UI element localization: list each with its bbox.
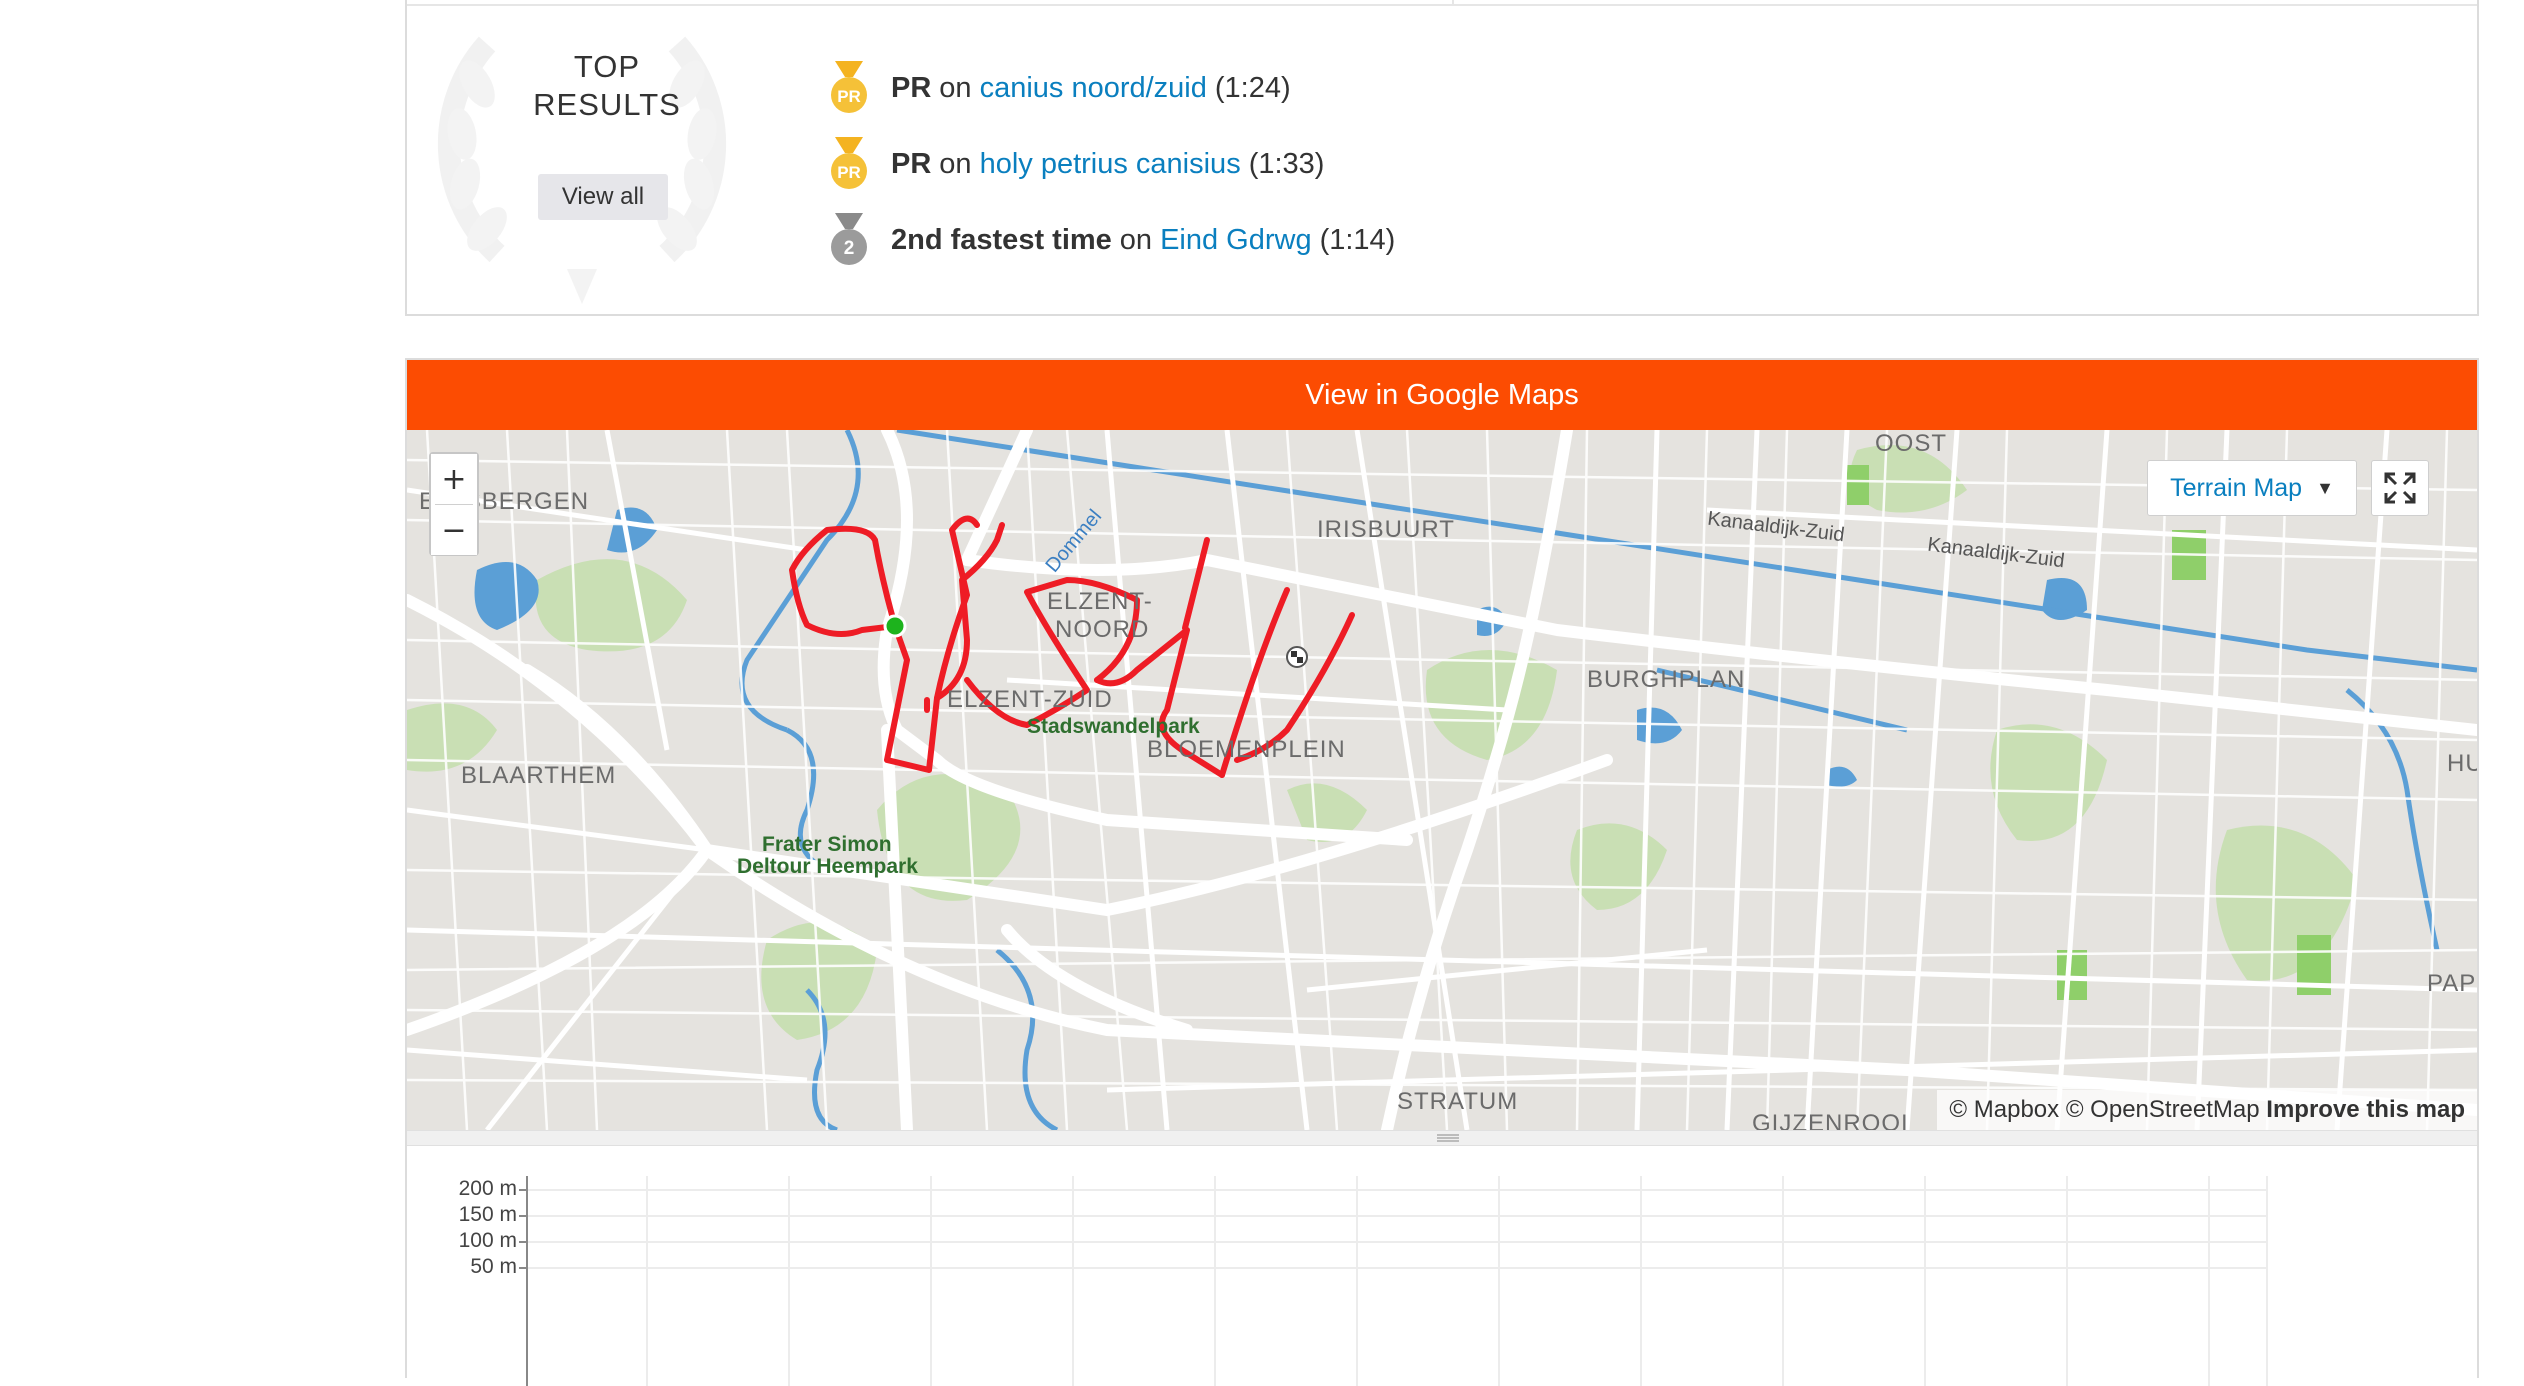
map-layer-label: Terrain Map [2170, 473, 2303, 502]
view-all-button[interactable]: View all [538, 174, 668, 220]
achievement-time: (1:14) [1319, 223, 1396, 256]
achievement-type: PR [891, 71, 932, 104]
view-in-google-maps-button[interactable]: View in Google Maps [407, 360, 2477, 430]
map-label: STRATUM [1397, 1088, 1519, 1115]
svg-text:2: 2 [844, 238, 855, 259]
segment-link[interactable]: canius noord/zuid [980, 72, 1207, 105]
map-label: Frater Simon [762, 833, 892, 856]
osm-link[interactable]: © OpenStreetMap [2066, 1096, 2260, 1123]
achievement-item: PR PR on holy petrius canisius (1:33) [827, 126, 1395, 202]
start-marker [883, 614, 907, 638]
y-tick-label: 50 m [470, 1255, 517, 1278]
segment-link[interactable]: holy petrius canisius [980, 148, 1241, 181]
map-attribution: © Mapbox © OpenStreetMap Improve this ma… [1937, 1090, 2477, 1130]
map-layer-select[interactable]: Terrain Map ▼ [2147, 460, 2357, 516]
map-card: View in Google Maps OOST ELLSBERGEN IRIS… [405, 358, 2479, 1386]
achievement-type: PR [891, 147, 932, 180]
title-line: TOP [573, 49, 641, 84]
map-label: HU [2447, 750, 2477, 777]
map-label: BURGHPLAN [1587, 666, 1746, 693]
map-label: ELZENT- [1047, 588, 1153, 615]
improve-map-link[interactable]: Improve this map [2266, 1096, 2465, 1123]
map-resize-handle[interactable] [407, 1130, 2477, 1146]
zoom-control: + − [429, 452, 479, 556]
achievement-time: (1:24) [1214, 71, 1291, 104]
map-label: OOST [1875, 430, 1948, 457]
y-tick-label: 150 m [458, 1203, 517, 1226]
pr-medal-icon: PR [831, 61, 867, 113]
map-label: IRISBUURT [1317, 516, 1455, 543]
top-results-card: TOP RESULTS View all PR PR on canius noo… [405, 0, 2479, 316]
achievement-type: 2nd fastest time [891, 223, 1112, 256]
pr-medal-icon: PR [831, 137, 867, 189]
divider [1452, 0, 1454, 5]
svg-text:PR: PR [837, 163, 861, 182]
elevation-chart[interactable]: 200 m 150 m 100 m 50 m [407, 1146, 2477, 1386]
silver-medal-icon: 2 [831, 213, 867, 265]
map-label: NOORD [1055, 616, 1150, 643]
route-map[interactable]: OOST ELLSBERGEN IRISBUURT Kanaaldijk-Zui… [407, 430, 2477, 1130]
achievement-on: on [939, 71, 972, 104]
y-tick-label: 200 m [458, 1177, 517, 1200]
map-label: ELZENT-ZUID [947, 686, 1113, 713]
achievement-on: on [939, 147, 972, 180]
map-label: BLAARTHEM [461, 762, 617, 789]
svg-text:PR: PR [837, 87, 861, 106]
elevation-grid [519, 1176, 2268, 1386]
top-results-title: TOP RESULTS [527, 48, 687, 124]
fullscreen-icon [2384, 472, 2416, 504]
achievement-time: (1:33) [1248, 147, 1325, 180]
mapbox-link[interactable]: © Mapbox [1949, 1096, 2059, 1123]
grip-icon [1437, 1134, 1459, 1142]
map-label: PAPE [2427, 970, 2477, 997]
achievement-item: 2 2nd fastest time on Eind Gdrwg (1:14) [827, 202, 1395, 278]
map-label: BLOEMENPLEIN [1147, 736, 1346, 763]
achievement-item: PR PR on canius noord/zuid (1:24) [827, 50, 1395, 126]
zoom-out-button[interactable]: − [431, 505, 477, 555]
zoom-in-button[interactable]: + [431, 454, 477, 504]
map-label: Deltour Heempark [737, 855, 918, 878]
achievement-list: PR PR on canius noord/zuid (1:24) PR PR … [827, 50, 1395, 278]
caret-down-icon: ▼ [2316, 477, 2334, 498]
achievement-on: on [1119, 223, 1153, 256]
segment-link[interactable]: Eind Gdrwg [1160, 224, 1312, 257]
title-line: RESULTS [533, 87, 681, 122]
map-label: GIJZENROOI [1752, 1110, 1909, 1130]
y-tick-label: 100 m [458, 1229, 517, 1252]
finish-marker [1286, 646, 1308, 668]
fullscreen-button[interactable] [2371, 460, 2429, 516]
